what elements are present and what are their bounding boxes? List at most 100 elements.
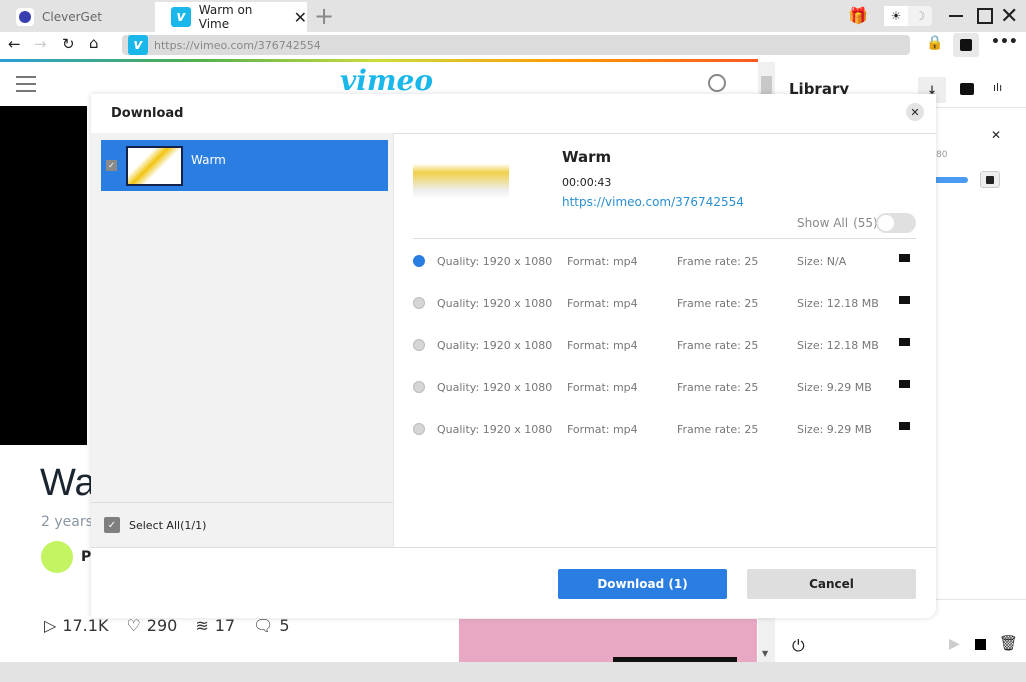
item-title: Warm [191, 152, 226, 167]
promo-banner[interactable] [459, 619, 757, 662]
start-all-icon[interactable]: ▶ [949, 636, 960, 652]
video-duration: 00:00:43 [562, 176, 612, 189]
collections-stat[interactable]: ≋ 17 [195, 616, 235, 635]
close-dialog-icon[interactable]: ✕ [906, 103, 924, 121]
video-list: ✓ Warm ✓ Select All(1/1) [91, 133, 393, 547]
size: Size: 12.18 MB [797, 338, 879, 352]
heart-icon: ♡ [126, 616, 141, 635]
quality-option[interactable]: Quality: 1920 x 1080 Format: mp4 Frame r… [413, 335, 915, 355]
forward-icon[interactable]: → [34, 35, 47, 53]
preview-play-icon[interactable] [899, 422, 910, 430]
quality-option[interactable]: Quality: 1920 x 1080 Format: mp4 Frame r… [413, 293, 915, 313]
quality: Quality: 1920 x 1080 [437, 380, 553, 394]
list-item[interactable]: ✓ Warm [101, 140, 388, 191]
size: Size: 9.29 MB [797, 380, 872, 394]
tab-label: Warm on Vime [198, 3, 253, 31]
close-tab-icon[interactable]: ✕ [294, 8, 307, 27]
comments-stat[interactable]: 🗨 5 [253, 616, 290, 635]
checkbox-icon: ✓ [104, 517, 120, 533]
frame-rate: Frame rate: 25 [677, 380, 759, 394]
cleverget-logo-icon [16, 8, 34, 26]
hamburger-menu-icon[interactable] [16, 76, 36, 92]
minimize-icon[interactable] [949, 15, 963, 17]
download-button[interactable]: Download (1) [558, 569, 727, 599]
upload-age: 2 years [41, 514, 93, 530]
format: Format: mp4 [567, 338, 638, 352]
more-menu-icon[interactable]: ••• [991, 34, 1018, 50]
new-tab-button[interactable]: + [312, 2, 336, 30]
format: Format: mp4 [567, 380, 638, 394]
quality-radio[interactable] [413, 255, 425, 267]
url-field[interactable]: v https://vimeo.com/376742554 [122, 35, 910, 55]
tab-label: CleverGet [42, 10, 102, 24]
frame-rate: Frame rate: 25 [677, 422, 759, 436]
stop-button[interactable] [980, 171, 1000, 188]
vimeo-logo[interactable]: vimeo [340, 64, 433, 97]
comment-icon: 🗨 [253, 616, 274, 635]
cancel-button[interactable]: Cancel [747, 569, 916, 599]
trash-icon[interactable]: 🗑 [999, 634, 1018, 652]
download-dialog: Download ✕ ✓ Warm ✓ Select All(1/1) Warm… [91, 94, 936, 618]
search-icon[interactable] [708, 74, 726, 92]
frame-rate: Frame rate: 25 [677, 338, 759, 352]
select-all-checkbox[interactable]: ✓ Select All(1/1) [104, 517, 206, 533]
power-icon[interactable]: ⏻ [792, 636, 805, 656]
moon-icon[interactable]: ☽ [908, 6, 932, 26]
stats-row: ▷ 17.1K ♡ 290 ≋ 17 🗨 5 [44, 616, 290, 635]
avatar[interactable] [41, 541, 73, 573]
audio-tab-icon[interactable]: ılı [993, 81, 1002, 94]
theme-toggle[interactable]: ☀ ☽ [884, 6, 932, 26]
reload-icon[interactable]: ↻ [62, 35, 75, 53]
comments-count: 5 [279, 616, 290, 635]
tab-bar: CleverGet v Warm on Vime ✕ + 🎁 ☀ ☽ ✕ [0, 0, 1026, 32]
quality-radio[interactable] [413, 297, 425, 309]
preview-play-icon[interactable] [899, 296, 910, 304]
video-tab-icon[interactable] [960, 83, 974, 95]
home-icon[interactable]: ⌂ [89, 34, 99, 52]
sun-icon[interactable]: ☀ [884, 6, 908, 26]
quality: Quality: 1920 x 1080 [437, 296, 553, 310]
lock-icon[interactable]: 🔒 [926, 35, 943, 51]
frame-rate: Frame rate: 25 [677, 296, 759, 310]
quality-option[interactable]: Quality: 1920 x 1080 Format: mp4 Frame r… [413, 251, 915, 271]
quality-option[interactable]: Quality: 1920 x 1080 Format: mp4 Frame r… [413, 419, 915, 439]
format: Format: mp4 [567, 254, 638, 268]
remove-item-icon[interactable]: ✕ [991, 128, 1001, 142]
format: Format: mp4 [567, 422, 638, 436]
select-all-label: Select All(1/1) [129, 518, 207, 532]
video-url-link[interactable]: https://vimeo.com/376742554 [562, 195, 744, 209]
show-all-text: Show All [797, 216, 849, 230]
maximize-icon[interactable] [977, 8, 993, 24]
tab-cleverget[interactable]: CleverGet [0, 2, 155, 32]
preview-play-icon[interactable] [899, 254, 910, 262]
likes-count: 290 [146, 616, 178, 635]
frame-rate: Frame rate: 25 [677, 254, 759, 268]
close-window-icon[interactable]: ✕ [1000, 4, 1018, 29]
show-all-count: (55) [853, 216, 878, 230]
author-name[interactable]: P [81, 549, 91, 565]
dialog-title: Download [111, 106, 184, 121]
url-text: https://vimeo.com/376742554 [154, 38, 321, 52]
quality-radio[interactable] [413, 423, 425, 435]
likes-stat[interactable]: ♡ 290 [126, 616, 177, 635]
preview-play-icon[interactable] [899, 338, 910, 346]
plays-stat: ▷ 17.1K [44, 616, 108, 635]
show-all-label: Show All (55) [797, 216, 878, 230]
gift-icon[interactable]: 🎁 [848, 6, 868, 25]
size: Size: 12.18 MB [797, 296, 879, 310]
quality-radio[interactable] [413, 381, 425, 393]
media-download-icon[interactable] [953, 33, 979, 57]
tab-vimeo[interactable]: v Warm on Vime ✕ [155, 2, 307, 32]
status-bar [0, 662, 1026, 682]
stop-all-icon[interactable] [975, 639, 986, 650]
video-title: Warm [562, 148, 612, 166]
quality-radio[interactable] [413, 339, 425, 351]
preview-play-icon[interactable] [899, 380, 910, 388]
back-icon[interactable]: ← [8, 35, 21, 53]
item-checkbox[interactable]: ✓ [106, 160, 117, 171]
size: Size: N/A [797, 254, 847, 268]
quality-option[interactable]: Quality: 1920 x 1080 Format: mp4 Frame r… [413, 377, 915, 397]
show-all-toggle[interactable] [876, 213, 916, 233]
video-player[interactable] [0, 106, 87, 445]
quality: Quality: 1920 x 1080 [437, 422, 553, 436]
